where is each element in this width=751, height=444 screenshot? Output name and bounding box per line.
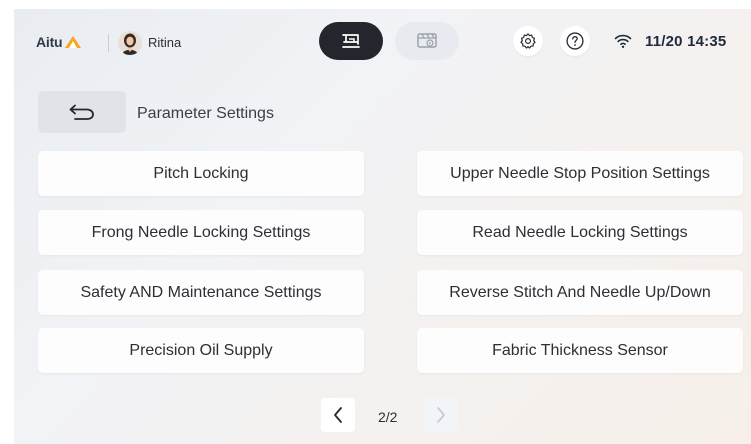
back-arrow-icon — [69, 104, 94, 120]
next-page-button[interactable] — [424, 398, 458, 432]
page-indicator: 2/2 — [378, 409, 398, 425]
screen: Aitu Ritina 11/20 14:35 Parameter Settin… — [14, 9, 751, 444]
previous-page-button[interactable] — [321, 398, 355, 432]
precision-oil-supply-button[interactable]: Precision Oil Supply — [38, 328, 364, 373]
pitch-locking-button[interactable]: Pitch Locking — [38, 151, 364, 196]
chevron-right-icon — [437, 407, 445, 423]
back-button[interactable] — [38, 91, 126, 133]
header-divider — [108, 34, 109, 52]
help-icon — [566, 32, 584, 50]
mode-switch — [319, 22, 463, 60]
top-bar: Aitu Ritina 11/20 14:35 — [14, 9, 751, 81]
sewing-machine-icon — [342, 34, 360, 48]
brand-logo: Aitu — [36, 34, 82, 50]
upper-needle-stop-position-button[interactable]: Upper Needle Stop Position Settings — [417, 151, 743, 196]
settings-button[interactable] — [513, 26, 543, 56]
wifi-icon — [614, 34, 632, 48]
safety-maintenance-button[interactable]: Safety AND Maintenance Settings — [38, 270, 364, 315]
datetime: 11/20 14:35 — [645, 33, 727, 50]
video-mode-tab[interactable] — [395, 22, 459, 60]
fabric-thickness-sensor-button[interactable]: Fabric Thickness Sensor — [417, 328, 743, 373]
chevron-left-icon — [334, 407, 342, 423]
sewing-mode-tab[interactable] — [319, 22, 383, 60]
help-button[interactable] — [560, 26, 590, 56]
logo-mark-icon — [65, 36, 82, 48]
user-name: Ritina — [148, 35, 182, 50]
front-needle-locking-button[interactable]: Frong Needle Locking Settings — [38, 210, 364, 255]
rear-needle-locking-button[interactable]: Read Needle Locking Settings — [417, 210, 743, 255]
reverse-stitch-needle-button[interactable]: Reverse Stitch And Needle Up/Down — [417, 270, 743, 315]
logo-text: Aitu — [36, 34, 63, 50]
gear-icon — [520, 33, 536, 49]
video-playback-icon — [417, 33, 437, 48]
avatar[interactable] — [118, 31, 142, 55]
page-title: Parameter Settings — [137, 105, 274, 122]
